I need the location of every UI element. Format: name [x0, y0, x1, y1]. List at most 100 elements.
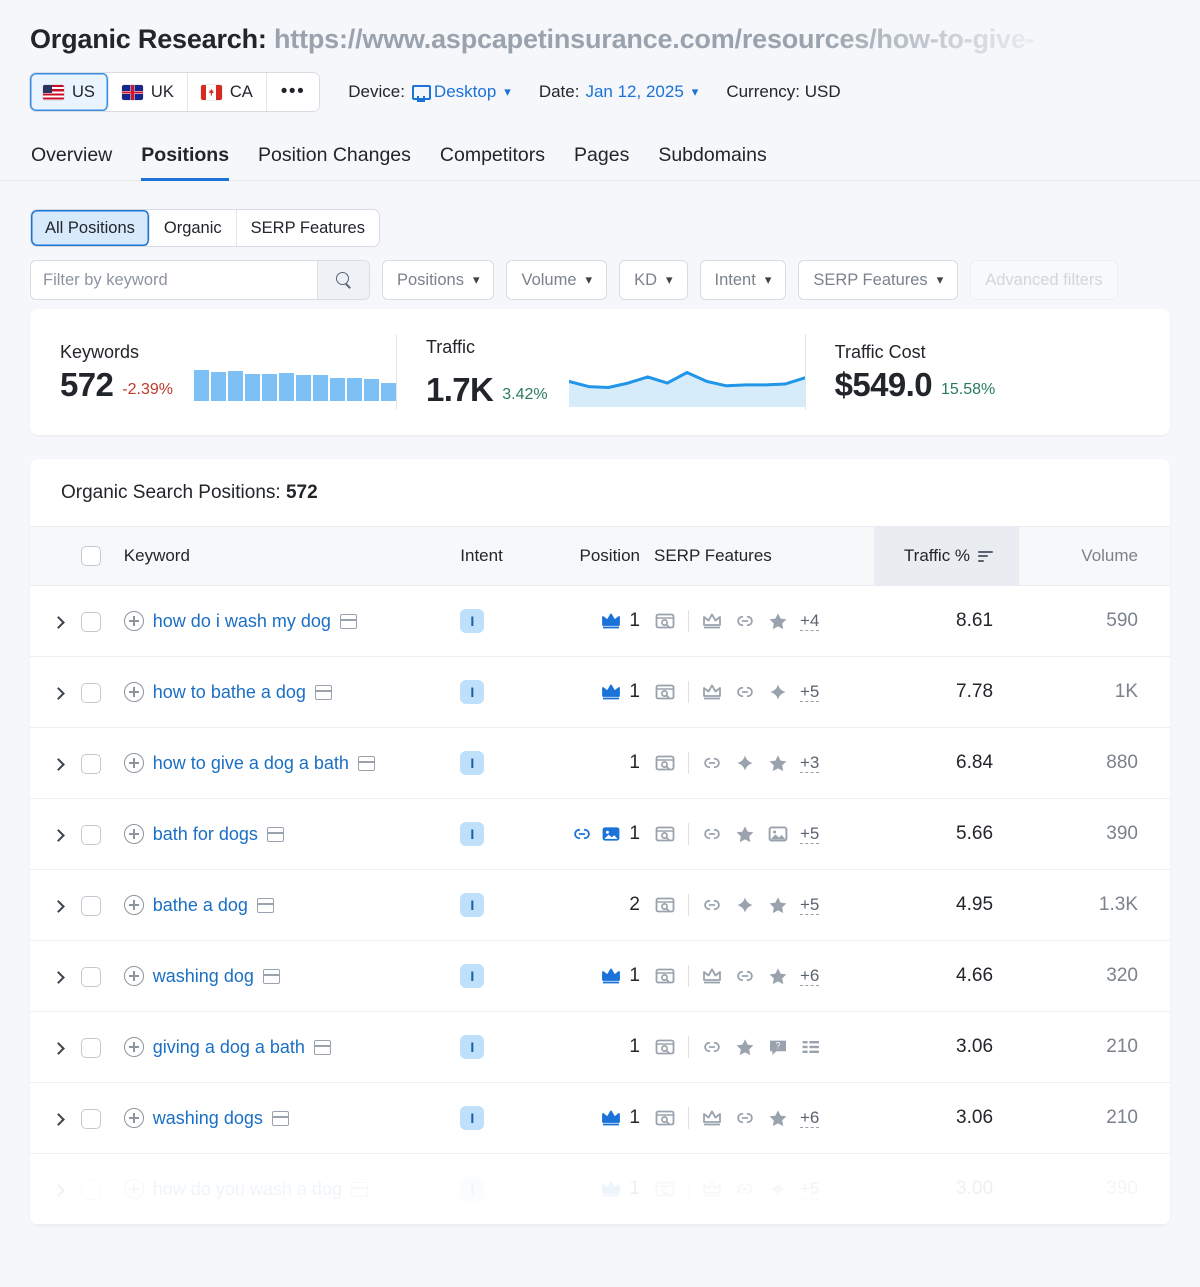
filter-kd[interactable]: KD ▾ [619, 260, 688, 300]
chevron-right-icon[interactable] [52, 686, 65, 700]
cell-select[interactable] [80, 1154, 124, 1225]
tab-competitors[interactable]: Competitors [440, 144, 545, 180]
serp-feature-link-icon[interactable] [701, 1037, 723, 1057]
add-to-keyword-list-icon[interactable] [123, 895, 144, 915]
table-row[interactable]: washing dog I 1 +6 4.66 320 [30, 941, 1170, 1012]
search-button[interactable] [317, 261, 369, 299]
serp-feature-star-icon[interactable] [734, 1037, 756, 1057]
serp-feature-link-icon[interactable] [734, 1179, 756, 1199]
serp-feature-search-preview-icon[interactable] [654, 682, 676, 702]
add-to-keyword-list-icon[interactable] [123, 682, 144, 702]
view-serp-icon[interactable] [271, 1110, 289, 1126]
add-to-keyword-list-icon[interactable] [123, 1037, 144, 1057]
serp-feature-search-preview-icon[interactable] [654, 1108, 676, 1128]
keyword-link[interactable]: how to bathe a dog [153, 682, 306, 703]
serp-feature-image-icon[interactable] [767, 824, 789, 844]
geo-item-uk[interactable]: UK [108, 73, 188, 111]
serp-more-count[interactable]: +5 [800, 1179, 820, 1199]
cell-expand[interactable] [30, 1083, 81, 1154]
keyword-link[interactable]: how do i wash my dog [153, 611, 331, 632]
add-to-keyword-list-icon[interactable] [123, 611, 144, 631]
table-row[interactable]: bath for dogs I 1 +5 5.66 390 [30, 799, 1170, 870]
add-to-keyword-list-icon[interactable] [123, 824, 144, 844]
device-value[interactable]: Desktop [434, 82, 496, 102]
cell-select[interactable] [80, 657, 124, 728]
add-to-keyword-list-icon[interactable] [123, 753, 144, 773]
segment-serp-features[interactable]: SERP Features [237, 210, 379, 246]
serp-more-count[interactable]: +6 [800, 1108, 820, 1128]
geo-selector[interactable]: US UK CA ••• [29, 72, 321, 112]
intent-badge[interactable]: I [460, 680, 485, 704]
segment-organic[interactable]: Organic [150, 210, 237, 246]
cell-expand[interactable] [30, 799, 81, 870]
view-serp-icon[interactable] [314, 684, 332, 700]
sort-icon[interactable] [978, 550, 994, 562]
serp-feature-crown-outline-icon[interactable] [701, 682, 723, 702]
serp-feature-sparkle-icon[interactable] [734, 753, 756, 773]
th-select-all[interactable] [80, 526, 124, 586]
serp-feature-search-preview-icon[interactable] [654, 1037, 676, 1057]
serp-feature-crown-outline-icon[interactable] [701, 1108, 723, 1128]
serp-more-count[interactable]: +3 [800, 753, 820, 773]
serp-feature-star-icon[interactable] [767, 611, 789, 631]
geo-more-button[interactable]: ••• [266, 73, 320, 111]
serp-feature-link-icon[interactable] [734, 1108, 756, 1128]
serp-feature-star-icon[interactable] [734, 824, 756, 844]
keyword-link[interactable]: bath for dogs [153, 824, 258, 845]
serp-feature-search-preview-icon[interactable] [654, 753, 676, 773]
add-to-keyword-list-icon[interactable] [123, 1179, 144, 1199]
geo-item-us[interactable]: US [30, 73, 109, 111]
keyword-link[interactable]: how to give a dog a bath [153, 753, 349, 774]
chevron-right-icon[interactable] [52, 757, 65, 771]
serp-feature-link-icon[interactable] [734, 682, 756, 702]
intent-badge[interactable]: I [460, 1106, 485, 1130]
serp-feature-link-icon[interactable] [701, 824, 723, 844]
keyword-link[interactable]: giving a dog a bath [153, 1037, 305, 1058]
intent-badge[interactable]: I [460, 1035, 485, 1059]
th-position[interactable]: Position [539, 526, 654, 586]
chevron-down-icon[interactable]: ▾ [504, 84, 511, 100]
tab-subdomains[interactable]: Subdomains [658, 144, 766, 180]
chevron-right-icon[interactable] [52, 1112, 65, 1126]
table-row[interactable]: washing dogs I 1 +6 3.06 210 [30, 1083, 1170, 1154]
view-serp-icon[interactable] [256, 897, 274, 913]
serp-feature-link-icon[interactable] [734, 611, 756, 631]
filter-advanced[interactable]: Advanced filters [970, 260, 1118, 300]
tab-pages[interactable]: Pages [574, 144, 629, 180]
geo-item-ca[interactable]: CA [187, 73, 267, 111]
serp-more-count[interactable]: +5 [800, 824, 820, 844]
cell-expand[interactable] [30, 586, 81, 657]
search-input[interactable] [31, 270, 317, 290]
table-row[interactable]: how do you wash a dog I 1 +5 3.00 390 [30, 1154, 1170, 1225]
chevron-right-icon[interactable] [52, 1041, 65, 1055]
tab-overview[interactable]: Overview [31, 144, 112, 180]
filter-positions[interactable]: Positions ▾ [382, 260, 495, 300]
chevron-right-icon[interactable] [52, 615, 65, 629]
th-traffic-pct[interactable]: Traffic % [874, 526, 1020, 586]
row-checkbox[interactable] [80, 611, 101, 632]
th-volume[interactable]: Volume [1019, 526, 1170, 586]
table-row[interactable]: how to give a dog a bath I 1 +3 6.84 880 [30, 728, 1170, 799]
cell-select[interactable] [80, 728, 124, 799]
serp-feature-faq-icon[interactable]: ? [767, 1037, 789, 1057]
cell-select[interactable] [80, 799, 124, 870]
cell-expand[interactable] [30, 870, 81, 941]
chevron-down-icon[interactable]: ▾ [692, 84, 699, 100]
serp-feature-sparkle-icon[interactable] [767, 682, 789, 702]
serp-feature-crown-outline-icon[interactable] [701, 966, 723, 986]
serp-feature-star-icon[interactable] [767, 895, 789, 915]
intent-badge[interactable]: I [460, 893, 485, 917]
serp-feature-search-preview-icon[interactable] [654, 895, 676, 915]
device-control[interactable]: Device: Desktop ▾ [348, 82, 511, 102]
serp-feature-link-icon[interactable] [701, 895, 723, 915]
chevron-right-icon[interactable] [52, 828, 65, 842]
row-checkbox[interactable] [80, 1179, 101, 1200]
cell-select[interactable] [80, 870, 124, 941]
tab-position-changes[interactable]: Position Changes [258, 144, 411, 180]
serp-feature-link-icon[interactable] [701, 753, 723, 773]
serp-feature-search-preview-icon[interactable] [654, 611, 676, 631]
serp-feature-sparkle-icon[interactable] [734, 895, 756, 915]
row-checkbox[interactable] [80, 895, 101, 916]
serp-feature-crown-outline-icon[interactable] [701, 611, 723, 631]
segment-all-positions[interactable]: All Positions [31, 210, 150, 246]
